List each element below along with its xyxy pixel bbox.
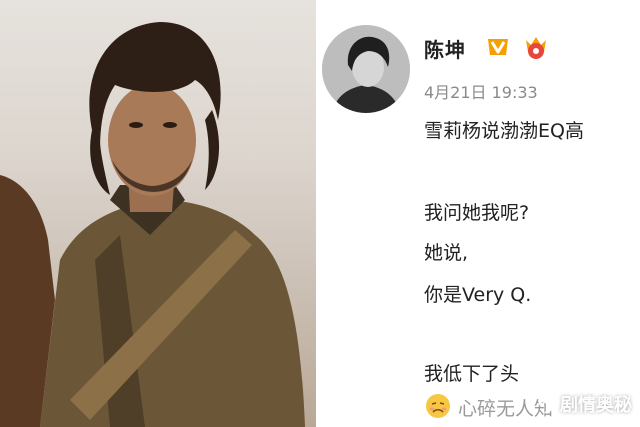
post-line: 我问她我呢?: [424, 202, 530, 224]
level-badge-icon: [526, 37, 546, 59]
avatar[interactable]: [322, 25, 410, 113]
vip-badge-icon: [488, 39, 508, 55]
post-timestamp: 4月21日 19:33: [424, 83, 538, 102]
avatar-image: [322, 25, 410, 113]
post-line: 她说,: [424, 242, 469, 264]
weibo-post: 陈坤 4月21日 19:33 雪莉杨说渤渤EQ高 我问她我呢? 她说, 你是Ve…: [316, 0, 640, 427]
profile-photo: [0, 0, 316, 427]
watermark: 剧情奥秘: [536, 391, 632, 417]
sad-face-emoji-icon: [426, 394, 450, 418]
post-line: 雪莉杨说渤渤EQ高: [424, 120, 584, 142]
post-line: 我低下了头: [424, 363, 520, 385]
username[interactable]: 陈坤: [424, 34, 466, 63]
watermark-logo-icon: [538, 394, 555, 414]
watermark-text: 剧情奥秘: [560, 395, 632, 416]
post-line: 你是Very Q.: [424, 284, 532, 306]
man-portrait-image: [0, 22, 305, 427]
